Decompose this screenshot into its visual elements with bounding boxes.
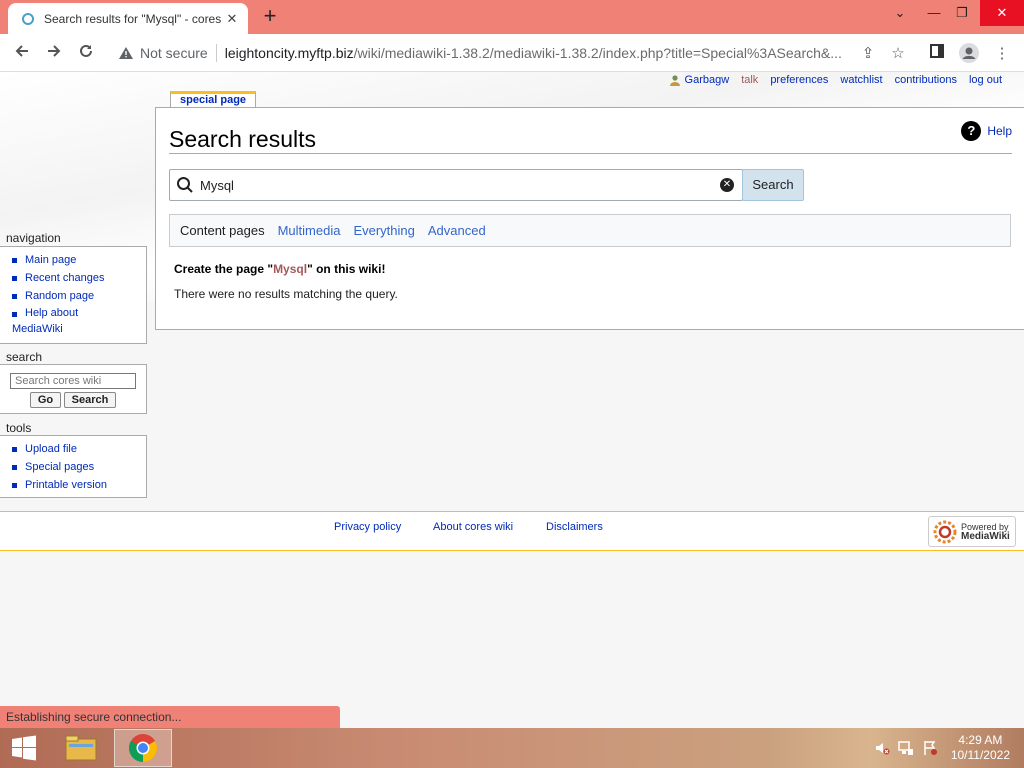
watchlist-link[interactable]: watchlist	[840, 74, 882, 86]
clock-time: 4:29 AM	[958, 733, 1003, 747]
browser-tab[interactable]: Search results for "Mysql" - cores ✕	[8, 3, 248, 34]
logout-link[interactable]: log out	[969, 74, 1002, 86]
clock-date: 10/11/2022	[950, 748, 1010, 762]
volume-muted-icon[interactable]	[874, 740, 890, 756]
warning-icon	[119, 47, 133, 59]
share-icon[interactable]: ⇪	[857, 43, 879, 65]
forward-button[interactable]	[42, 42, 66, 66]
windows-logo-icon	[12, 735, 36, 761]
about-link[interactable]: About cores wiki	[433, 521, 513, 533]
not-secure-label: Not secure	[140, 45, 208, 61]
tool-special-pages[interactable]: Special pages	[12, 458, 146, 476]
browser-menu-icon[interactable]: ⋮	[991, 43, 1013, 65]
browser-toolbar: Not secure leightoncity.myftp.biz/wiki/m…	[0, 34, 1024, 72]
tab-favicon-icon	[22, 12, 34, 25]
user-icon	[669, 75, 680, 86]
navigation-portlet: Main page Recent changes Random page Hel…	[0, 246, 147, 344]
footer: Privacy policy About cores wiki Disclaim…	[0, 511, 1024, 551]
tab-title: Search results for "Mysql" - cores	[44, 11, 222, 26]
close-window-button[interactable]: ✕	[980, 0, 1024, 26]
address-bar[interactable]: Not secure leightoncity.myftp.biz/wiki/m…	[106, 38, 918, 68]
browser-tabstrip: Search results for "Mysql" - cores ✕ + ⌄…	[0, 0, 1024, 34]
back-button[interactable]	[10, 42, 34, 66]
tools-portlet: Upload file Special pages Printable vers…	[0, 435, 147, 498]
navigation-heading: navigation	[6, 231, 61, 245]
side-panel-icon[interactable]	[926, 43, 948, 65]
bookmark-star-icon[interactable]: ☆	[887, 43, 909, 65]
preferences-link[interactable]: preferences	[770, 74, 828, 86]
system-clock[interactable]: 4:29 AM 10/11/2022	[951, 733, 1010, 763]
search-input-value: Mysql	[200, 177, 234, 193]
wiki-page: Garbagw talk preferences watchlist contr…	[0, 72, 1024, 706]
reload-button[interactable]	[74, 42, 98, 66]
disclaimers-link[interactable]: Disclaimers	[546, 521, 603, 533]
tool-printable-version[interactable]: Printable version	[12, 476, 146, 494]
tab-search-chevron-icon[interactable]: ⌄	[883, 0, 917, 26]
help-link[interactable]: ? Help	[961, 121, 1012, 141]
tab-special-page[interactable]: special page	[170, 91, 257, 108]
file-explorer-button[interactable]	[52, 729, 110, 767]
clear-search-icon[interactable]: ✕	[720, 178, 734, 192]
user-link[interactable]: Garbagw	[669, 74, 729, 86]
contributions-link[interactable]: contributions	[895, 74, 957, 86]
no-results-message: There were no results matching the query…	[174, 287, 398, 301]
nav-recent-changes[interactable]: Recent changes	[12, 269, 146, 287]
network-icon[interactable]	[898, 740, 914, 756]
main-content: Search results ? Help Mysql ✕ Search Con…	[155, 107, 1024, 330]
search-profile-tabs: Content pages Multimedia Everything Adva…	[169, 214, 1011, 247]
go-button[interactable]: Go	[30, 392, 61, 408]
back-arrow-icon	[15, 45, 28, 57]
status-bar: Establishing secure connection...	[0, 706, 340, 728]
mediawiki-logo-icon	[933, 520, 957, 543]
new-tab-button[interactable]: +	[258, 5, 282, 29]
profile-content-pages[interactable]: Content pages	[180, 223, 265, 238]
tools-heading: tools	[6, 421, 32, 435]
search-icon	[170, 170, 200, 200]
talk-link[interactable]: talk	[741, 74, 758, 86]
forward-arrow-icon	[48, 45, 61, 57]
sidebar-search-input[interactable]: Search cores wiki	[10, 373, 136, 389]
restore-button[interactable]: ❐	[945, 0, 979, 26]
start-button[interactable]	[0, 728, 48, 768]
create-page-link[interactable]: Mysql	[273, 262, 307, 276]
search-button[interactable]: Search	[742, 169, 804, 201]
powered-by-mediawiki-badge[interactable]: Powered by MediaWiki	[928, 516, 1016, 547]
profile-advanced[interactable]: Advanced	[428, 223, 486, 238]
help-icon: ?	[961, 121, 982, 141]
tab-close-icon[interactable]: ✕	[224, 11, 240, 27]
profile-avatar-icon[interactable]	[958, 43, 980, 65]
sidebar-search-button[interactable]: Search	[64, 392, 116, 408]
search-input[interactable]: Mysql ✕	[169, 169, 743, 201]
folder-icon	[65, 735, 97, 761]
nav-main-page[interactable]: Main page	[12, 251, 146, 269]
personal-tools: Garbagw talk preferences watchlist contr…	[669, 72, 1002, 88]
action-center-flag-icon[interactable]	[922, 740, 938, 756]
nav-help-about-mediawiki[interactable]: Help about MediaWiki	[12, 305, 146, 337]
chrome-icon	[129, 734, 157, 762]
url-text: leightoncity.myftp.biz/wiki/mediawiki-1.…	[224, 45, 842, 61]
profile-everything[interactable]: Everything	[353, 223, 414, 238]
nav-random-page[interactable]: Random page	[12, 287, 146, 305]
tool-upload-file[interactable]: Upload file	[12, 440, 146, 458]
taskbar: 4:29 AM 10/11/2022	[0, 728, 1024, 768]
page-title: Search results	[169, 126, 317, 152]
create-page-notice: Create the page "Mysql" on this wiki!	[174, 262, 386, 276]
privacy-policy-link[interactable]: Privacy policy	[334, 521, 401, 533]
search-portlet: Search cores wiki Go Search	[0, 364, 147, 414]
chrome-taskbar-button[interactable]	[114, 729, 172, 767]
reload-icon	[80, 44, 92, 57]
search-heading: search	[6, 350, 43, 364]
profile-multimedia[interactable]: Multimedia	[278, 223, 341, 238]
